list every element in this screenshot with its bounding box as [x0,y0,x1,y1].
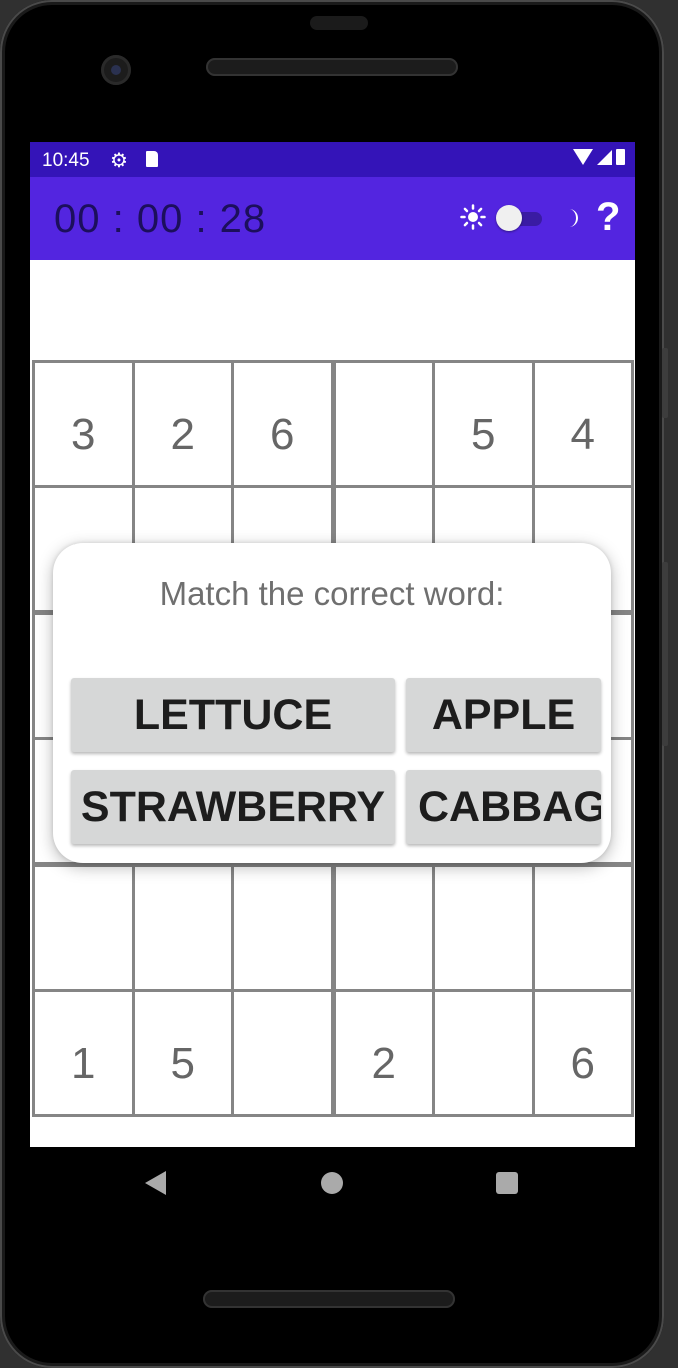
grid-cell[interactable] [331,360,435,488]
grid-row [32,863,634,992]
toggle-thumb [496,205,522,231]
grid-cell[interactable] [32,863,135,992]
phone-frame: 10:45 ⚙ 00 : 00 : 28 ? 3 2 6 5 4 1 5 2 6… [0,0,664,1368]
emulator-background: 10:45 ⚙ 00 : 00 : 28 ? 3 2 6 5 4 1 5 2 6… [0,0,678,1368]
grid-row: 1526 [32,989,634,1117]
home-icon[interactable] [321,1172,343,1194]
recent-apps-icon[interactable] [496,1172,518,1194]
grid-cell[interactable]: 3 [32,360,135,488]
battery-icon [616,149,625,165]
app-bar: 00 : 00 : 28 ? [30,177,635,260]
navigation-bar [0,1147,664,1227]
moon-icon [569,209,578,227]
grid-cell[interactable]: 5 [131,989,234,1117]
dialog-title: Match the correct word: [159,575,505,612]
grid-cell[interactable] [432,863,535,992]
grid-cell[interactable] [231,863,336,992]
grid-row: 32654 [32,360,634,488]
grid-cell[interactable]: 5 [432,360,535,488]
wifi-icon [573,149,593,165]
help-icon[interactable]: ? [596,195,620,240]
gear-icon: ⚙ [110,150,128,172]
grid-cell[interactable] [432,989,535,1117]
status-time: 10:45 [42,150,90,171]
grid-cell[interactable]: 4 [531,360,634,488]
grid-cell[interactable]: 2 [131,360,234,488]
sd-card-icon [146,151,158,167]
app-screen: 10:45 ⚙ 00 : 00 : 28 ? 3 2 6 5 4 1 5 2 6… [30,142,635,1147]
word-match-dialog: Match the correct word: LETTUCE APPLE ST… [53,543,611,863]
grid-cell[interactable] [531,863,634,992]
grid-cell[interactable] [131,863,234,992]
theme-toggle[interactable] [496,205,542,231]
status-bar: 10:45 ⚙ [30,142,635,177]
bottom-speaker-grille [203,1290,455,1308]
word-option-strawberry[interactable]: STRAWBERRY [71,770,395,844]
earpiece-slot [310,16,368,30]
grid-cell[interactable] [331,863,435,992]
front-camera-icon [101,55,131,85]
grid-cell[interactable]: 6 [531,989,634,1117]
volume-button [662,348,668,418]
word-option-cabbage[interactable]: CABBAGE [406,770,601,844]
back-icon[interactable] [145,1171,166,1195]
word-option-lettuce[interactable]: LETTUCE [71,678,395,752]
grid-cell[interactable]: 1 [32,989,135,1117]
elapsed-timer: 00 : 00 : 28 [54,197,267,241]
top-speaker-grille [206,58,458,76]
power-button [662,562,668,746]
grid-cell[interactable] [231,989,336,1117]
signal-icon [597,149,612,165]
status-indicators [573,149,625,165]
grid-cell[interactable]: 2 [331,989,435,1117]
grid-cell[interactable]: 6 [231,360,336,488]
sun-icon [460,204,486,230]
word-option-apple[interactable]: APPLE [406,678,601,752]
